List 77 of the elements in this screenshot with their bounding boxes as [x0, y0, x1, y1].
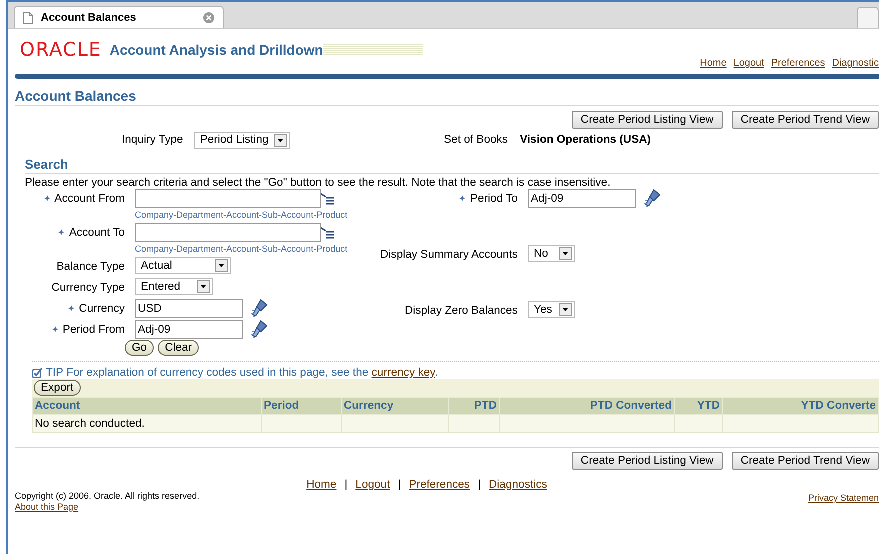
- field-label: Currency: [79, 302, 125, 314]
- document-icon: [23, 12, 33, 24]
- button[interactable]: Go: [125, 340, 154, 356]
- tab-title: Account Balances: [41, 12, 138, 24]
- field-label: Currency Type: [52, 282, 125, 294]
- footer-link[interactable]: Preferences: [409, 479, 470, 491]
- field-label: Account From: [54, 192, 125, 204]
- global-link[interactable]: Logout: [734, 58, 764, 69]
- search-icon: [644, 189, 662, 208]
- tip-text: For explanation of currency codes used in this page, see the currency key.: [66, 367, 438, 379]
- caret-icon: [215, 259, 228, 272]
- field-label: Inquiry Type: [122, 134, 184, 146]
- button[interactable]: Create Period Trend View: [732, 111, 879, 129]
- caret-icon: [559, 303, 572, 316]
- copyright-text: Copyright (c) 2006, Oracle. All rights reserved.: [15, 491, 200, 501]
- close-icon: [203, 12, 215, 24]
- browser-tab[interactable]: Account Balances: [14, 6, 224, 28]
- input-field[interactable]: Adj-09: [528, 189, 636, 208]
- input-field[interactable]: USD: [135, 299, 243, 318]
- dropdown[interactable]: Period Listing: [194, 132, 290, 148]
- button[interactable]: Create Period Listing View: [572, 111, 723, 129]
- list-icon: [321, 193, 335, 208]
- column-header: PTD Converted: [500, 398, 674, 414]
- table-cell: No search conducted.: [32, 414, 262, 432]
- column-header: YTD: [674, 398, 722, 414]
- column-header: Account: [32, 398, 262, 414]
- field-label: Period From: [62, 324, 125, 336]
- global-link[interactable]: Preferences: [771, 58, 826, 69]
- field-label: Period To: [470, 192, 518, 204]
- input-field[interactable]: Adj-09: [135, 320, 243, 339]
- search-icon: [251, 299, 269, 318]
- column-header: YTD Converte: [722, 398, 878, 414]
- logo: ORACLE: [20, 39, 102, 61]
- hint-text: Company-Department-Account-Sub-Account-Product: [135, 210, 349, 220]
- dropdown[interactable]: Entered: [135, 278, 213, 295]
- separator: |: [344, 479, 348, 491]
- button[interactable]: Clear: [158, 340, 200, 356]
- field-label: Account To: [69, 226, 125, 238]
- page-title: Account Balances: [15, 79, 879, 106]
- search-icon: [251, 320, 269, 339]
- instruction-text: Please enter your search criteria and select the "Go" button to see the result. Note that the search is case insensitive.: [25, 177, 612, 189]
- footer-link[interactable]: Home: [306, 479, 337, 491]
- export-button[interactable]: Export: [34, 380, 81, 396]
- footer-link[interactable]: Diagnostics: [489, 479, 548, 491]
- field-label: Set of Books: [444, 134, 508, 146]
- column-header: Period: [262, 398, 342, 414]
- field-label: Display Zero Balances: [404, 304, 518, 316]
- footer-link[interactable]: Logout: [356, 479, 390, 491]
- list-icon: [321, 227, 335, 242]
- button[interactable]: Create Period Listing View: [572, 452, 723, 470]
- separator: |: [398, 479, 402, 491]
- input-field[interactable]: [135, 223, 321, 242]
- field-value: Vision Operations (USA): [520, 134, 652, 146]
- dropdown[interactable]: Yes: [528, 301, 575, 318]
- global-link[interactable]: Diagnostic: [832, 58, 879, 69]
- field-label: Display Summary Accounts: [380, 248, 518, 260]
- input-field[interactable]: [135, 189, 321, 208]
- caret-icon: [197, 280, 210, 293]
- button[interactable]: Create Period Trend View: [732, 452, 879, 470]
- dropdown[interactable]: No: [528, 245, 575, 262]
- dropdown[interactable]: Actual: [135, 257, 231, 274]
- app-title: Account Analysis and Drilldown: [110, 42, 324, 58]
- caret-icon: [274, 134, 288, 146]
- caret-icon: [559, 247, 572, 260]
- about-link[interactable]: About this Page: [15, 502, 79, 512]
- currency-key-link[interactable]: currency key: [372, 367, 435, 379]
- tip-label: TIP: [46, 367, 64, 379]
- global-link[interactable]: Home: [700, 58, 727, 69]
- new-tab-button[interactable]: [857, 7, 879, 28]
- column-header: PTD: [448, 398, 500, 414]
- checkmark-icon: [32, 368, 43, 378]
- section-title: Search: [25, 157, 879, 174]
- privacy-link[interactable]: Privacy Statemen: [808, 493, 879, 503]
- hint-text: Company-Department-Account-Sub-Account-Product: [135, 244, 349, 254]
- field-label: Balance Type: [56, 260, 125, 272]
- column-header: Currency: [342, 398, 448, 414]
- separator: |: [478, 479, 482, 491]
